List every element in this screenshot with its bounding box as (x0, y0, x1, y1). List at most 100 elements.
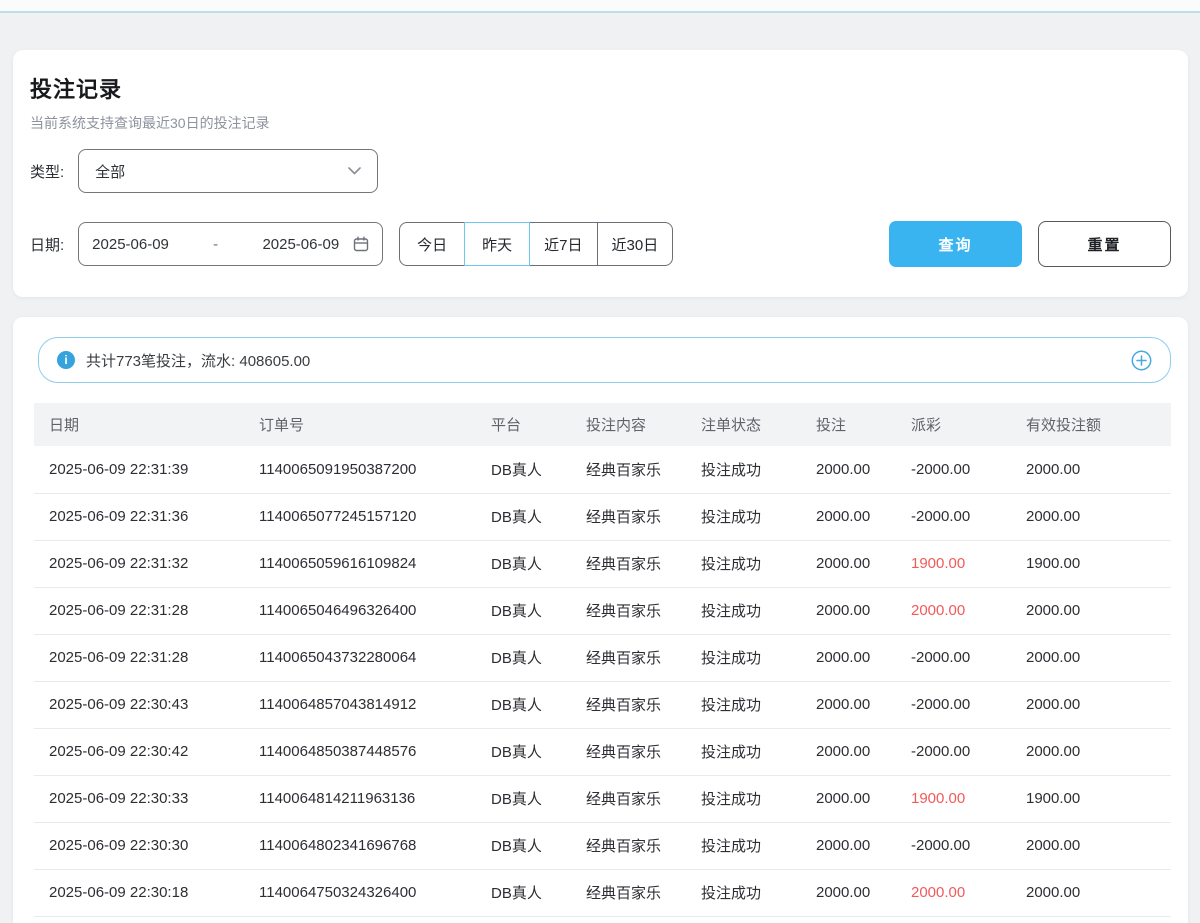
cell-platform: DB真人 (476, 775, 571, 822)
records-panel: i 共计773笔投注，流水: 408605.00 日期 订单号 平台 投注内容 … (13, 317, 1188, 923)
quick-range-today[interactable]: 今日 (399, 222, 465, 266)
cell-platform: DB真人 (476, 540, 571, 587)
cell-bet: 2000.00 (801, 587, 896, 634)
date-end-value: 2025-06-09 (262, 236, 339, 253)
cell-content: 经典百家乐 (571, 493, 686, 540)
cell-platform: DB真人 (476, 493, 571, 540)
cell-order: 1140064857043814912 (244, 681, 476, 728)
table-row: 2025-06-09 22:31:32 1140065059616109824 … (34, 540, 1171, 587)
cell-payout: 1900.00 (896, 775, 1011, 822)
page-subtitle: 当前系统支持查询最近30日的投注记录 (30, 113, 1171, 133)
cell-valid: 2000.00 (1011, 446, 1171, 493)
cell-order: 1140064802341696768 (244, 822, 476, 869)
cell-date: 2025-06-09 22:31:28 (34, 634, 244, 681)
cell-platform: DB真人 (476, 681, 571, 728)
quick-range-30days[interactable]: 近30日 (597, 222, 674, 266)
type-label: 类型: (30, 161, 64, 182)
cell-payout: -2000.00 (896, 728, 1011, 775)
quick-range-group: 今日 昨天 近7日 近30日 (399, 222, 673, 266)
col-date: 日期 (34, 403, 244, 446)
cell-order: 1140065077245157120 (244, 493, 476, 540)
cell-status: 投注成功 (686, 822, 801, 869)
col-payout: 派彩 (896, 403, 1011, 446)
cell-payout: 2000.00 (896, 869, 1011, 916)
cell-order: 1140064850387448576 (244, 728, 476, 775)
cell-order: 1140064814211963136 (244, 775, 476, 822)
date-range-input[interactable]: 2025-06-09 - 2025-06-09 (78, 222, 383, 266)
cell-content: 经典百家乐 (571, 540, 686, 587)
cell-platform: DB真人 (476, 446, 571, 493)
table-row: 2025-06-09 22:30:43 1140064857043814912 … (34, 681, 1171, 728)
cell-status: 投注成功 (686, 446, 801, 493)
records-table: 日期 订单号 平台 投注内容 注单状态 投注 派彩 有效投注额 2025-06-… (34, 403, 1171, 917)
chevron-down-icon (348, 167, 361, 175)
cell-valid: 2000.00 (1011, 634, 1171, 681)
cell-valid: 2000.00 (1011, 493, 1171, 540)
cell-content: 经典百家乐 (571, 775, 686, 822)
table-row: 2025-06-09 22:30:30 1140064802341696768 … (34, 822, 1171, 869)
cell-content: 经典百家乐 (571, 869, 686, 916)
date-separator: - (169, 236, 263, 253)
cell-payout: -2000.00 (896, 681, 1011, 728)
cell-bet: 2000.00 (801, 634, 896, 681)
cell-status: 投注成功 (686, 869, 801, 916)
cell-date: 2025-06-09 22:31:32 (34, 540, 244, 587)
table-row: 2025-06-09 22:31:36 1140065077245157120 … (34, 493, 1171, 540)
cell-content: 经典百家乐 (571, 587, 686, 634)
cell-content: 经典百家乐 (571, 822, 686, 869)
table-row: 2025-06-09 22:31:28 1140065046496326400 … (34, 587, 1171, 634)
plus-circle-icon[interactable] (1131, 350, 1152, 371)
action-buttons: 查询 重置 (889, 221, 1171, 267)
page-title: 投注记录 (30, 72, 1171, 104)
cell-status: 投注成功 (686, 634, 801, 681)
date-filter-row: 日期: 2025-06-09 - 2025-06-09 今日 昨天 近7日 近3… (30, 221, 1171, 267)
col-order: 订单号 (244, 403, 476, 446)
quick-range-7days[interactable]: 近7日 (529, 222, 597, 266)
cell-bet: 2000.00 (801, 775, 896, 822)
type-select[interactable]: 全部 (78, 149, 378, 193)
cell-date: 2025-06-09 22:30:33 (34, 775, 244, 822)
cell-valid: 2000.00 (1011, 587, 1171, 634)
cell-date: 2025-06-09 22:30:42 (34, 728, 244, 775)
cell-payout: -2000.00 (896, 446, 1011, 493)
cell-platform: DB真人 (476, 728, 571, 775)
cell-status: 投注成功 (686, 728, 801, 775)
cell-order: 1140065046496326400 (244, 587, 476, 634)
table-header: 日期 订单号 平台 投注内容 注单状态 投注 派彩 有效投注额 (34, 403, 1171, 446)
date-start-value: 2025-06-09 (92, 236, 169, 253)
cell-bet: 2000.00 (801, 728, 896, 775)
cell-payout: 2000.00 (896, 587, 1011, 634)
query-button[interactable]: 查询 (889, 221, 1022, 267)
cell-platform: DB真人 (476, 822, 571, 869)
summary-text: 共计773笔投注，流水: 408605.00 (86, 350, 310, 371)
quick-range-yesterday[interactable]: 昨天 (464, 222, 530, 266)
top-accent-line (0, 11, 1200, 13)
info-icon: i (57, 351, 75, 369)
table-row: 2025-06-09 22:31:39 1140065091950387200 … (34, 446, 1171, 493)
summary-bar: i 共计773笔投注，流水: 408605.00 (38, 337, 1171, 383)
cell-content: 经典百家乐 (571, 446, 686, 493)
cell-date: 2025-06-09 22:31:28 (34, 587, 244, 634)
cell-bet: 2000.00 (801, 822, 896, 869)
col-valid: 有效投注额 (1011, 403, 1171, 446)
cell-content: 经典百家乐 (571, 681, 686, 728)
cell-payout: -2000.00 (896, 493, 1011, 540)
cell-content: 经典百家乐 (571, 728, 686, 775)
cell-order: 1140064750324326400 (244, 869, 476, 916)
cell-bet: 2000.00 (801, 681, 896, 728)
cell-valid: 2000.00 (1011, 822, 1171, 869)
col-status: 注单状态 (686, 403, 801, 446)
cell-valid: 2000.00 (1011, 681, 1171, 728)
col-bet: 投注 (801, 403, 896, 446)
cell-valid: 1900.00 (1011, 775, 1171, 822)
col-platform: 平台 (476, 403, 571, 446)
cell-content: 经典百家乐 (571, 634, 686, 681)
table-row: 2025-06-09 22:30:18 1140064750324326400 … (34, 869, 1171, 916)
cell-platform: DB真人 (476, 634, 571, 681)
cell-date: 2025-06-09 22:31:39 (34, 446, 244, 493)
calendar-icon (353, 236, 369, 252)
cell-status: 投注成功 (686, 493, 801, 540)
cell-status: 投注成功 (686, 681, 801, 728)
reset-button[interactable]: 重置 (1038, 221, 1171, 267)
cell-status: 投注成功 (686, 540, 801, 587)
